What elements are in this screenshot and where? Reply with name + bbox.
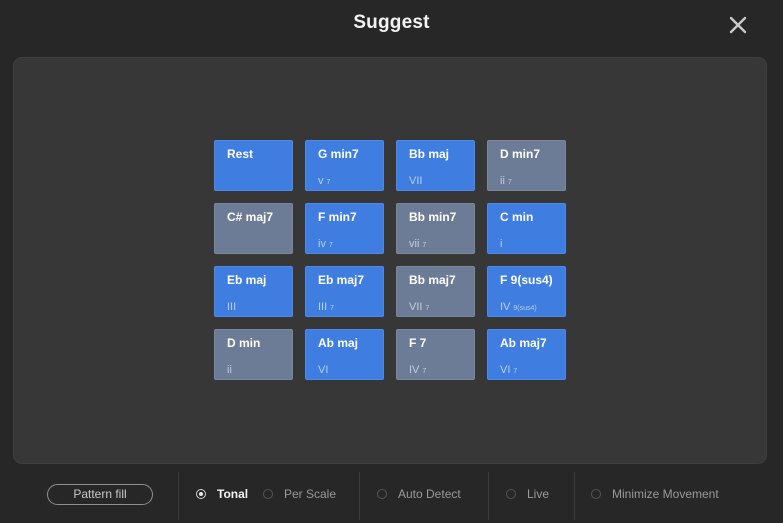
chord-cell[interactable]: C# maj7 [214, 203, 293, 254]
chord-cell[interactable]: Ab maj7 VI 7 [487, 329, 566, 380]
chord-cell[interactable]: D min ii [214, 329, 293, 380]
chord-degree: IV 7 [409, 364, 427, 376]
divider [488, 472, 489, 520]
footer-bar: Pattern fill Tonal Per Scale Auto Detect… [0, 470, 783, 523]
chord-name: F min7 [318, 210, 357, 224]
pattern-fill-button[interactable]: Pattern fill [47, 484, 153, 505]
option-live[interactable]: Live [506, 486, 549, 502]
option-label: Minimize Movement [612, 487, 719, 501]
chord-name: C# maj7 [227, 210, 274, 224]
radio-icon [263, 489, 273, 499]
chord-degree: iv 7 [318, 238, 333, 250]
chord-cell[interactable]: C min i [487, 203, 566, 254]
chord-degree [227, 238, 230, 250]
chord-degree: VI [318, 364, 329, 376]
chord-cell[interactable]: Ab maj VI [305, 329, 384, 380]
chord-cell[interactable]: Eb maj7 III 7 [305, 266, 384, 317]
suggestion-panel: Rest G min7 v7 Bb maj VII D min7 ii 7 C# … [13, 57, 767, 464]
chord-name: G min7 [318, 147, 359, 161]
radio-icon [591, 489, 601, 499]
divider [359, 472, 360, 520]
close-button[interactable] [726, 13, 750, 37]
chord-name: Bb maj7 [409, 273, 456, 287]
chord-name: Eb maj [227, 273, 267, 287]
chord-name: Ab maj [318, 336, 359, 350]
chord-name: Bb min7 [409, 210, 457, 224]
chord-degree: i [500, 238, 503, 250]
chord-degree: III [227, 301, 237, 313]
chord-cell[interactable]: Bb maj VII [396, 140, 475, 191]
chord-cell[interactable]: Bb min7 vii 7 [396, 203, 475, 254]
chord-cell[interactable]: F min7 iv 7 [305, 203, 384, 254]
chord-degree: VI 7 [500, 364, 518, 376]
chord-degree: ii [227, 364, 232, 376]
chord-degree: ii 7 [500, 175, 512, 187]
chord-grid: Rest G min7 v7 Bb maj VII D min7 ii 7 C# … [214, 140, 566, 380]
option-label: Auto Detect [398, 487, 461, 501]
radio-icon [377, 489, 387, 499]
chord-degree: III 7 [318, 301, 335, 313]
chord-name: F 9(sus4) [500, 273, 553, 287]
chord-cell[interactable]: F 7 IV 7 [396, 329, 475, 380]
chord-name: D min [227, 336, 261, 350]
chord-degree: VII 7 [409, 301, 430, 313]
option-minimize-movement[interactable]: Minimize Movement [591, 486, 719, 502]
chord-degree [227, 175, 230, 187]
option-tonal[interactable]: Tonal [196, 486, 248, 502]
option-per-scale[interactable]: Per Scale [263, 486, 336, 502]
option-label: Per Scale [284, 487, 337, 501]
chord-cell[interactable]: F 9(sus4) IV 9(sus4) [487, 266, 566, 317]
chord-name: Ab maj7 [500, 336, 547, 350]
chord-name: C min [500, 210, 534, 224]
chord-degree: v7 [318, 175, 331, 187]
chord-cell[interactable]: G min7 v7 [305, 140, 384, 191]
chord-name: F 7 [409, 336, 427, 350]
chord-cell[interactable]: Rest [214, 140, 293, 191]
divider [574, 472, 575, 520]
divider [178, 472, 179, 520]
chord-degree: VII [409, 175, 423, 187]
chord-degree: vii 7 [409, 238, 427, 250]
chord-name: D min7 [500, 147, 541, 161]
chord-cell[interactable]: Eb maj III [214, 266, 293, 317]
chord-name: Eb maj7 [318, 273, 365, 287]
dialog-title: Suggest [353, 12, 430, 33]
chord-name: Rest [227, 147, 254, 161]
chord-name: Bb maj [409, 147, 450, 161]
chord-cell[interactable]: Bb maj7 VII 7 [396, 266, 475, 317]
close-icon [729, 16, 747, 34]
chord-cell[interactable]: D min7 ii 7 [487, 140, 566, 191]
option-auto-detect[interactable]: Auto Detect [377, 486, 461, 502]
chord-degree: IV 9(sus4) [500, 301, 537, 313]
radio-icon [506, 489, 516, 499]
option-label: Live [527, 487, 550, 501]
option-label: Tonal [217, 487, 249, 501]
suggest-dialog: Suggest Rest G min7 v7 Bb maj VII D min7 [0, 0, 783, 523]
radio-icon [196, 489, 206, 499]
